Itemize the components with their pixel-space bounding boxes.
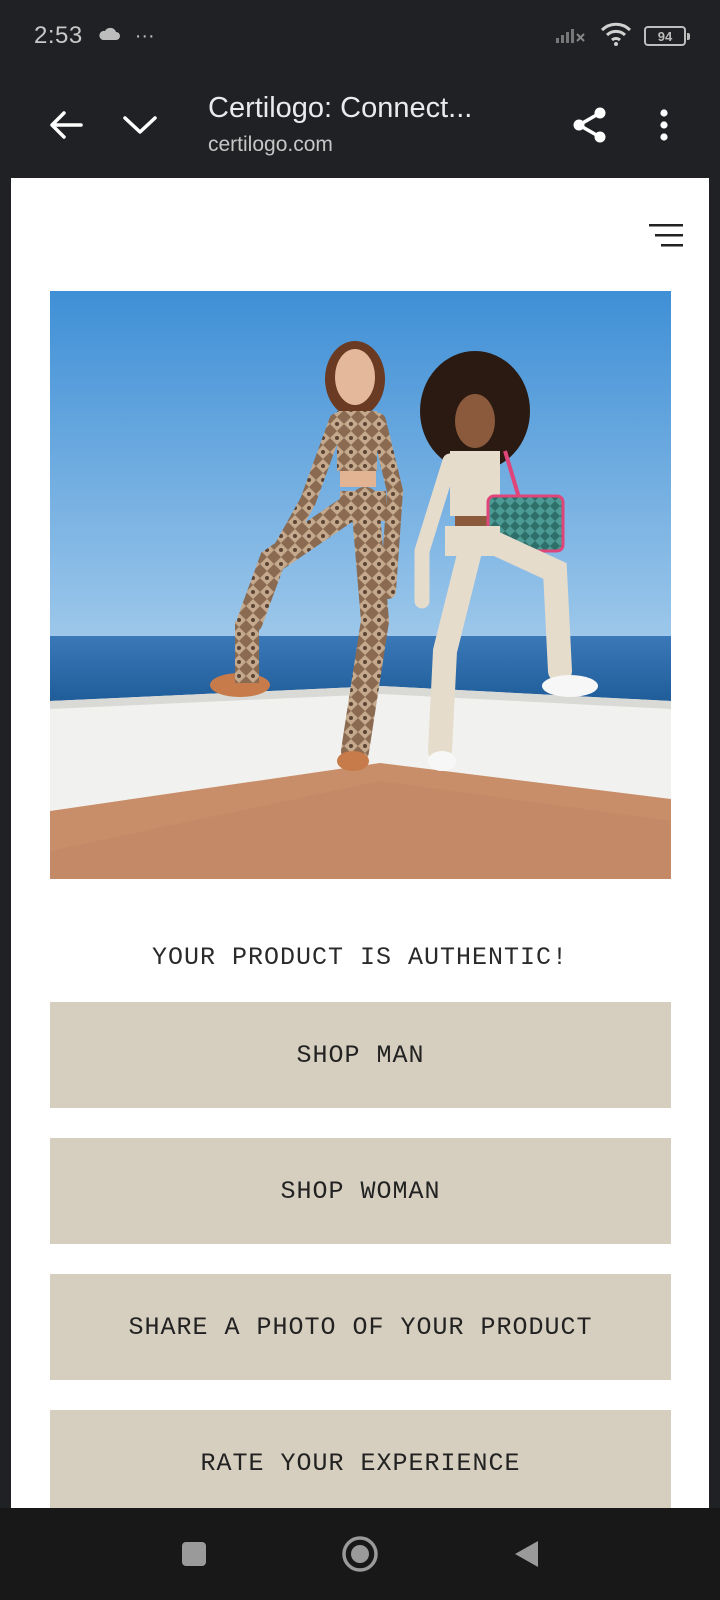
status-time: 2:53 xyxy=(34,22,83,49)
status-left: 2:53 ··· xyxy=(34,22,155,50)
battery-icon: 94 xyxy=(644,26,690,46)
status-bar: 2:53 ··· 94 xyxy=(0,0,720,72)
shop-man-label: SHOP MAN xyxy=(296,1040,425,1070)
shop-woman-button[interactable]: SHOP WOMAN xyxy=(50,1138,671,1244)
wifi-icon xyxy=(600,22,632,51)
chevron-down-icon[interactable] xyxy=(110,95,170,155)
cloud-icon xyxy=(97,26,121,47)
shop-woman-label: SHOP WOMAN xyxy=(280,1176,441,1206)
page-title: Certilogo: Connect... xyxy=(208,92,473,124)
home-circle-icon[interactable] xyxy=(332,1526,388,1582)
hero-illustration xyxy=(50,291,671,879)
rate-experience-label: RATE YOUR EXPERIENCE xyxy=(200,1448,521,1478)
page-url: certilogo.com xyxy=(208,133,333,156)
page-title-block[interactable]: Certilogo: Connect... certilogo.com xyxy=(208,90,560,160)
share-icon[interactable] xyxy=(560,95,620,155)
signal-icon xyxy=(554,23,588,50)
phone-screen: 2:53 ··· 94 Certilogo: Connect... certil… xyxy=(0,0,720,1600)
hamburger-menu-icon[interactable] xyxy=(641,216,691,256)
battery-level: 94 xyxy=(657,28,673,44)
back-arrow-icon[interactable] xyxy=(36,95,96,155)
authentic-message: YOUR PRODUCT IS AUTHENTIC! xyxy=(151,943,569,972)
hero-image xyxy=(50,291,671,879)
share-photo-label: SHARE A PHOTO OF YOUR PRODUCT xyxy=(128,1312,593,1342)
recents-square-icon[interactable] xyxy=(166,1526,222,1582)
more-notifications-icon: ··· xyxy=(134,24,155,47)
shop-man-button[interactable]: SHOP MAN xyxy=(50,1002,671,1108)
rate-experience-button[interactable]: RATE YOUR EXPERIENCE xyxy=(50,1410,671,1508)
system-nav-bar xyxy=(0,1508,720,1600)
web-page: YOUR PRODUCT IS AUTHENTIC! SHOP MAN SHOP… xyxy=(11,178,709,1508)
browser-toolbar: Certilogo: Connect... certilogo.com xyxy=(0,72,720,178)
share-photo-button[interactable]: SHARE A PHOTO OF YOUR PRODUCT xyxy=(50,1274,671,1380)
status-right: 94 xyxy=(554,22,690,51)
more-vert-icon[interactable] xyxy=(634,95,694,155)
back-triangle-icon[interactable] xyxy=(498,1526,554,1582)
